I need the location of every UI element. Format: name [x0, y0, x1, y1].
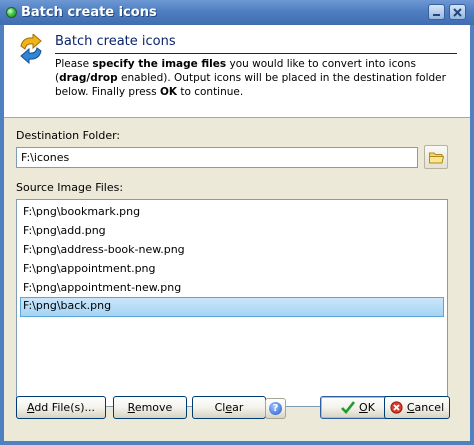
destination-label: Destination Folder: [16, 129, 121, 142]
list-item[interactable]: F:\png\appointment-new.png [20, 279, 444, 297]
help-button[interactable]: ? [265, 398, 286, 419]
list-item[interactable]: F:\png\address-book-new.png [20, 241, 444, 259]
header-description: Please specify the image files you would… [55, 58, 446, 98]
dialog-window: Batch create icons Batch create icons Pl… [0, 0, 474, 445]
help-icon: ? [269, 402, 282, 415]
cancel-button[interactable]: Cancel [384, 396, 450, 419]
window-title: Batch create icons [21, 5, 157, 20]
convert-arrows-icon [20, 34, 42, 64]
list-item[interactable]: F:\png\add.png [20, 222, 444, 240]
list-item[interactable]: F:\png\appointment.png [20, 260, 444, 278]
list-item[interactable]: F:\png\bookmark.png [20, 203, 444, 221]
header-divider [55, 53, 457, 54]
title-bar[interactable]: Batch create icons [0, 0, 474, 25]
browse-folder-button[interactable] [424, 145, 448, 169]
close-icon [453, 8, 462, 17]
dialog-body: Batch create icons Please specify the im… [4, 25, 470, 441]
list-item-selected[interactable]: F:\png\back.png [20, 297, 444, 317]
checkmark-icon [341, 401, 356, 414]
close-button[interactable] [449, 4, 466, 20]
header-panel: Batch create icons Please specify the im… [4, 25, 470, 118]
window-icon [6, 7, 17, 18]
add-files-button[interactable]: Add File(s)... [16, 396, 106, 419]
folder-icon [429, 152, 444, 164]
remove-button[interactable]: Remove [113, 396, 187, 419]
minimize-button[interactable] [428, 4, 445, 20]
clear-button[interactable]: Clear [192, 396, 266, 419]
source-files-list[interactable]: F:\png\bookmark.png F:\png\add.png F:\pn… [16, 199, 448, 407]
destination-folder-input[interactable] [16, 147, 418, 168]
cancel-icon [390, 401, 403, 414]
source-files-label: Source Image Files: [16, 181, 124, 194]
header-title: Batch create icons [55, 34, 176, 49]
